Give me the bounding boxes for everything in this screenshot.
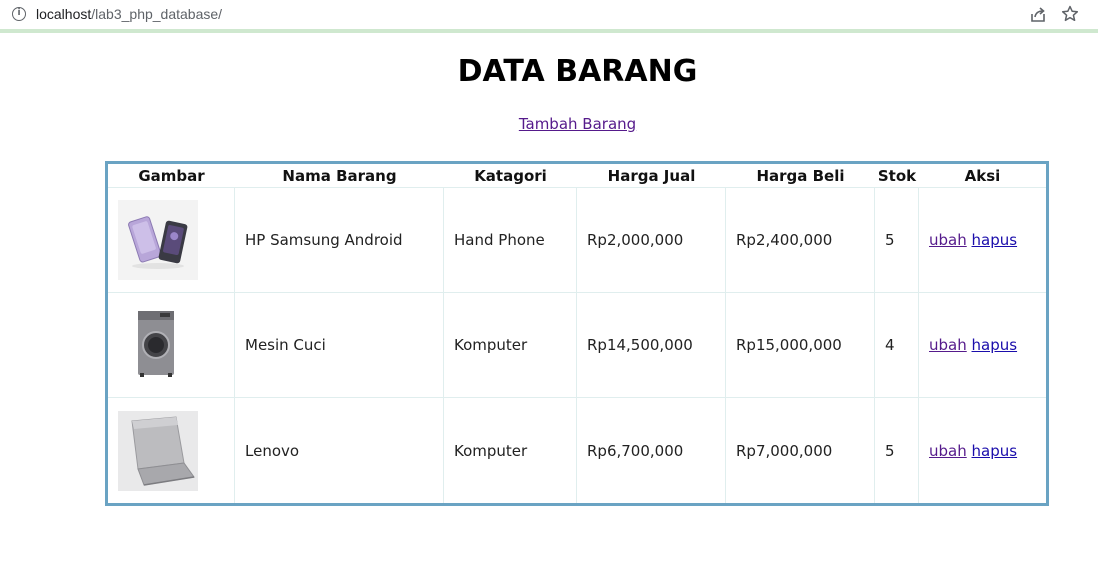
cell-stok: 4	[875, 293, 919, 398]
url-host: localhost	[36, 6, 92, 22]
delete-link[interactable]: hapus	[972, 442, 1018, 460]
cell-harga-jual: Rp2,000,000	[577, 188, 726, 293]
table-row: HP Samsung Android Hand Phone Rp2,000,00…	[108, 188, 1046, 293]
washing-machine-image	[118, 305, 198, 385]
cell-kategori: Komputer	[444, 293, 577, 398]
add-item-link[interactable]: Tambah Barang	[519, 115, 636, 133]
cell-harga-beli: Rp7,000,000	[726, 398, 875, 503]
cell-kategori: Komputer	[444, 398, 577, 503]
header-kategori: Katagori	[444, 164, 577, 188]
cell-stok: 5	[875, 188, 919, 293]
edit-link[interactable]: ubah	[929, 442, 967, 460]
cell-aksi: ubah hapus	[919, 398, 1046, 503]
header-harga-beli: Harga Beli	[726, 164, 875, 188]
cell-nama: HP Samsung Android	[235, 188, 444, 293]
cell-harga-jual: Rp14,500,000	[577, 293, 726, 398]
table-row: Mesin Cuci Komputer Rp14,500,000 Rp15,00…	[108, 293, 1046, 398]
header-harga-jual: Harga Jual	[577, 164, 726, 188]
info-icon[interactable]: i	[12, 7, 26, 21]
items-table: Gambar Nama Barang Katagori Harga Jual H…	[105, 161, 1049, 506]
browser-address-bar: i localhost/lab3_php_database/	[0, 0, 1098, 33]
delete-link[interactable]: hapus	[972, 231, 1018, 249]
edit-link[interactable]: ubah	[929, 336, 967, 354]
share-icon[interactable]	[1029, 6, 1047, 24]
image-cell	[108, 188, 235, 293]
table-header-row: Gambar Nama Barang Katagori Harga Jual H…	[108, 164, 1046, 188]
cell-aksi: ubah hapus	[919, 188, 1046, 293]
page-title: DATA BARANG	[457, 54, 698, 89]
add-link-container: Tambah Barang	[0, 114, 1098, 133]
cell-nama: Lenovo	[235, 398, 444, 503]
laptop-image	[118, 410, 198, 491]
url-path: /lab3_php_database/	[91, 6, 223, 22]
header-stok: Stok	[875, 164, 919, 188]
image-cell	[108, 398, 235, 503]
cell-stok: 5	[875, 398, 919, 503]
cell-nama: Mesin Cuci	[235, 293, 444, 398]
header-gambar: Gambar	[108, 164, 235, 188]
cell-harga-jual: Rp6,700,000	[577, 398, 726, 503]
url-field[interactable]: localhost/lab3_php_database/	[36, 5, 222, 23]
cell-harga-beli: Rp15,000,000	[726, 293, 875, 398]
image-cell	[108, 293, 235, 398]
delete-link[interactable]: hapus	[972, 336, 1018, 354]
table-row: Lenovo Komputer Rp6,700,000 Rp7,000,000 …	[108, 398, 1046, 503]
cell-kategori: Hand Phone	[444, 188, 577, 293]
edit-link[interactable]: ubah	[929, 231, 967, 249]
phone-image	[118, 200, 198, 280]
header-nama-barang: Nama Barang	[235, 164, 444, 188]
cell-harga-beli: Rp2,400,000	[726, 188, 875, 293]
cell-aksi: ubah hapus	[919, 293, 1046, 398]
header-aksi: Aksi	[919, 164, 1046, 188]
star-icon[interactable]	[1061, 5, 1079, 23]
